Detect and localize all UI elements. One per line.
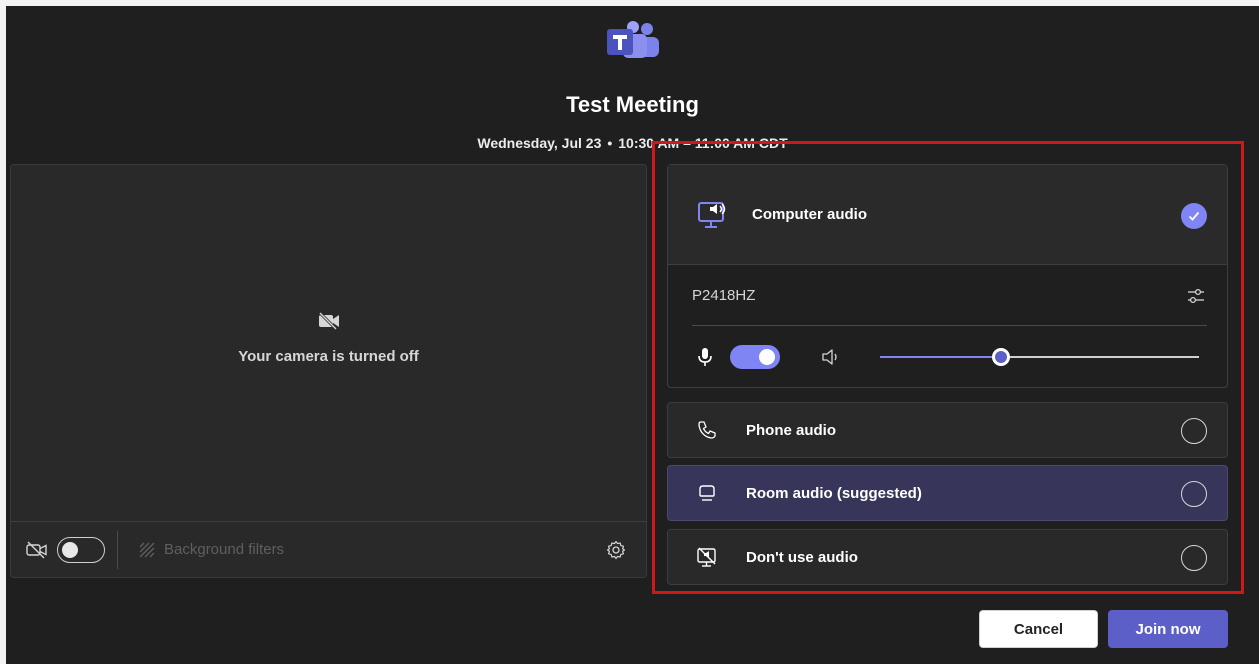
- speaker-icon: [822, 349, 837, 365]
- computer-audio-option[interactable]: Computer audio P2418HZ: [667, 164, 1228, 388]
- background-filters-label: Background filters: [164, 541, 285, 558]
- teams-logo-icon: [607, 21, 659, 58]
- camera-off-message: Your camera is turned off: [11, 311, 646, 365]
- phone-audio-radio[interactable]: [1181, 418, 1207, 444]
- volume-slider-thumb[interactable]: [992, 348, 1011, 366]
- phone-audio-option[interactable]: Phone audio: [667, 402, 1228, 458]
- no-audio-option[interactable]: Don't use audio: [667, 529, 1228, 585]
- selected-check-icon: [1181, 203, 1207, 229]
- meeting-date: Wednesday, Jul 23: [477, 135, 602, 151]
- microphone-icon: [698, 348, 712, 366]
- room-audio-label: Room audio (suggested): [746, 484, 922, 502]
- volume-fill: [880, 356, 1002, 358]
- room-audio-option[interactable]: Room audio (suggested): [667, 465, 1228, 521]
- cancel-button[interactable]: Cancel: [979, 610, 1098, 648]
- no-audio-radio[interactable]: [1181, 545, 1207, 571]
- no-audio-icon: [697, 547, 716, 567]
- camera-toggle[interactable]: [57, 536, 105, 563]
- speaker-volume-slider[interactable]: [880, 348, 1199, 366]
- microphone-toggle[interactable]: [730, 345, 780, 369]
- computer-audio-label: Computer audio: [752, 206, 867, 223]
- camera-off-small-icon: [26, 541, 47, 558]
- device-settings-gear-icon[interactable]: [606, 540, 626, 560]
- audio-device-row: P2418HZ: [692, 265, 1207, 326]
- no-audio-label: Don't use audio: [746, 548, 858, 566]
- computer-audio-details: P2418HZ: [668, 265, 1227, 387]
- toggle-knob: [759, 349, 775, 365]
- background-filters-icon: [139, 542, 155, 557]
- phone-audio-label: Phone audio: [746, 421, 836, 439]
- computer-audio-header[interactable]: Computer audio: [668, 165, 1227, 265]
- background-filters-button[interactable]: Background filters: [138, 541, 284, 559]
- datetime-separator: •: [607, 135, 613, 151]
- audio-controls-row: [692, 327, 1207, 387]
- camera-preview-panel: Your camera is turned off Background fil…: [10, 164, 647, 578]
- camera-off-text: Your camera is turned off: [238, 348, 419, 365]
- camera-off-icon: [318, 311, 339, 331]
- join-now-button[interactable]: Join now: [1108, 610, 1228, 648]
- phone-icon: [698, 421, 716, 439]
- camera-controls-bar: Background filters: [11, 521, 646, 577]
- audio-device-settings-icon[interactable]: [1185, 285, 1207, 307]
- audio-device-name: P2418HZ: [692, 286, 756, 304]
- meeting-title: Test Meeting: [566, 92, 699, 117]
- room-audio-icon: [699, 485, 715, 501]
- divider: [117, 530, 118, 569]
- toggle-knob: [62, 541, 78, 558]
- room-audio-radio[interactable]: [1181, 481, 1207, 507]
- computer-audio-icon: [698, 201, 726, 228]
